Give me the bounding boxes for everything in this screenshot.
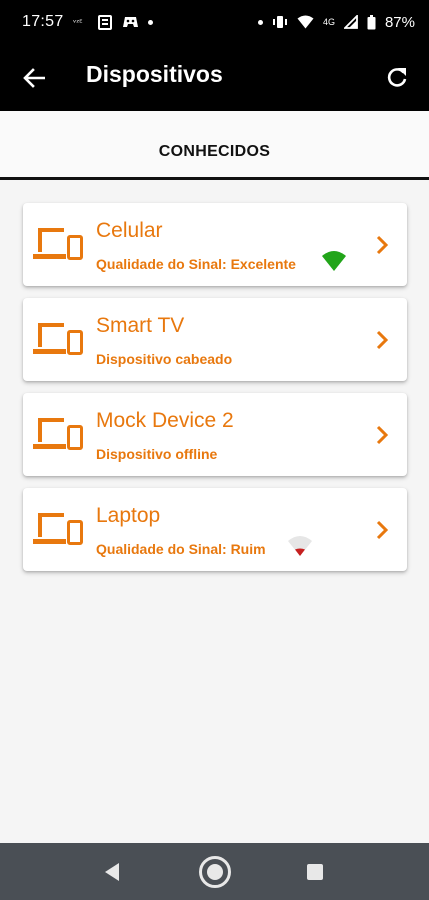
tab-indicator bbox=[0, 177, 429, 180]
status-bar-left: 17:57 ᵛᶻᴱ bbox=[22, 13, 153, 31]
status-time: 17:57 bbox=[22, 13, 64, 30]
game-controller-icon bbox=[122, 16, 139, 29]
news-icon bbox=[97, 14, 113, 30]
wifi-signal-excellent-icon bbox=[322, 251, 346, 271]
devices-icon bbox=[33, 323, 83, 355]
svg-text:ᵛᶻᴱ: ᵛᶻᴱ bbox=[73, 18, 82, 27]
chevron-right-icon bbox=[376, 235, 389, 255]
device-card[interactable]: Laptop Qualidade do Sinal: Ruim bbox=[23, 488, 407, 571]
chevron-right-icon bbox=[376, 330, 389, 350]
cell-signal-icon bbox=[343, 15, 358, 29]
device-card[interactable]: Celular Qualidade do Sinal: Excelente bbox=[23, 203, 407, 286]
devices-icon bbox=[33, 513, 83, 545]
battery-icon bbox=[367, 14, 376, 30]
device-status: Qualidade do Sinal: Excelente bbox=[96, 256, 296, 272]
device-name: Celular bbox=[96, 219, 163, 242]
device-status: Qualidade do Sinal: Ruim bbox=[96, 541, 266, 557]
status-dot bbox=[257, 19, 263, 25]
device-card[interactable]: Smart TV Dispositivo cabeado bbox=[23, 298, 407, 381]
refresh-icon bbox=[387, 68, 407, 87]
app-bar: Dispositivos bbox=[0, 44, 429, 111]
tab-conhecidos[interactable]: CONHECIDOS bbox=[0, 143, 429, 161]
devices-icon bbox=[33, 418, 83, 450]
tab-bar: CONHECIDOS bbox=[0, 111, 429, 180]
nav-home-button[interactable] bbox=[197, 854, 233, 890]
vibrate-icon bbox=[272, 15, 288, 29]
device-status: Dispositivo cabeado bbox=[96, 351, 233, 367]
device-status: Dispositivo offline bbox=[96, 446, 218, 462]
system-nav-bar bbox=[0, 843, 429, 900]
nav-back-button[interactable] bbox=[98, 859, 126, 885]
nav-recents-button[interactable] bbox=[302, 859, 328, 885]
nav-recents-icon bbox=[307, 864, 323, 880]
more-notifications-dot bbox=[147, 19, 153, 25]
device-name: Smart TV bbox=[96, 314, 185, 337]
notification-tag-icon: ᵛᶻᴱ bbox=[73, 16, 89, 28]
device-name: Laptop bbox=[96, 504, 161, 527]
devices-icon bbox=[33, 228, 83, 260]
device-name: Mock Device 2 bbox=[96, 409, 234, 432]
wifi-icon bbox=[297, 15, 314, 29]
back-button[interactable] bbox=[20, 64, 48, 92]
chevron-right-icon bbox=[376, 425, 389, 445]
status-bar: 17:57 ᵛᶻᴱ 4G 87% bbox=[0, 0, 429, 44]
nav-home-icon bbox=[199, 856, 231, 888]
refresh-button[interactable] bbox=[383, 63, 411, 91]
arrow-back-icon bbox=[23, 68, 45, 88]
wifi-signal-poor-icon bbox=[288, 536, 312, 556]
chevron-right-icon bbox=[376, 520, 389, 540]
device-card[interactable]: Mock Device 2 Dispositivo offline bbox=[23, 393, 407, 476]
network-type-label: 4G bbox=[322, 17, 335, 27]
device-list: Celular Qualidade do Sinal: Excelente Sm… bbox=[23, 203, 407, 583]
battery-percent: 87% bbox=[384, 13, 415, 31]
page-title: Dispositivos bbox=[86, 61, 223, 87]
status-bar-right: 4G 87% bbox=[257, 13, 415, 31]
nav-back-icon bbox=[105, 863, 119, 881]
